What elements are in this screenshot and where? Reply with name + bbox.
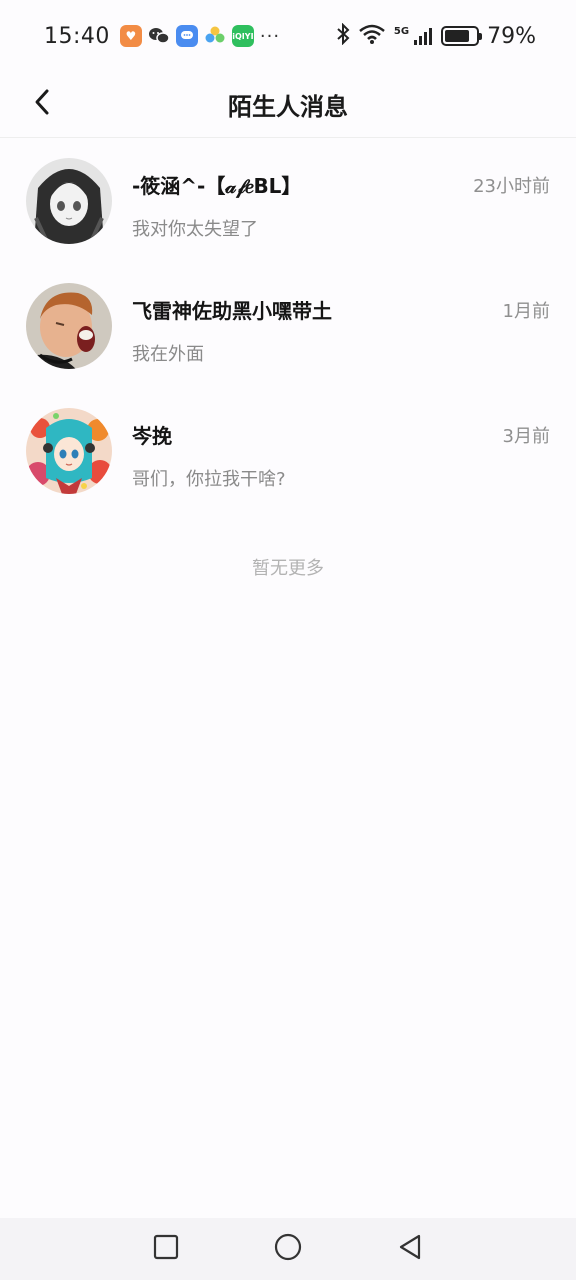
system-status: 5G 79% <box>336 22 536 49</box>
message-time: 1月前 <box>502 300 550 322</box>
recents-button[interactable] <box>144 1227 188 1271</box>
wechat-icon <box>148 25 170 47</box>
wifi-icon <box>358 23 386 49</box>
battery-level <box>445 30 469 42</box>
message-preview: 哥们，你拉我干啥? <box>132 469 286 490</box>
sender-name: 岑挽 <box>132 424 172 448</box>
message-time: 23小时前 <box>473 175 550 197</box>
iqiyi-app-icon: iQIYI <box>231 25 254 47</box>
bluetooth-icon <box>336 22 350 49</box>
message-content: -筱涵^-【𝒶𝒻𝑒BL】 23小时前 我对你太失望了 <box>132 158 550 241</box>
system-navigation-bar <box>0 1218 576 1280</box>
message-app-icon <box>175 25 198 47</box>
sender-name: 飞雷神佐助黑小嘿带土 <box>132 299 332 323</box>
message-header: 飞雷神佐助黑小嘿带土 1月前 <box>132 295 550 324</box>
battery-icon <box>441 26 483 46</box>
message-item[interactable]: 飞雷神佐助黑小嘿带土 1月前 我在外面 <box>0 263 576 388</box>
message-list: -筱涵^-【𝒶𝒻𝑒BL】 23小时前 我对你太失望了 飞雷神佐助黑小嘿带土 1月 <box>0 138 576 513</box>
chevron-left-icon <box>32 88 52 120</box>
status-time: 15:40 <box>44 23 110 49</box>
message-preview: 我对你太失望了 <box>132 219 258 240</box>
avatar[interactable] <box>26 283 112 369</box>
system-back-button[interactable] <box>388 1227 432 1271</box>
message-time: 3月前 <box>502 425 550 447</box>
sender-name: -筱涵^-【𝒶𝒻𝑒BL】 <box>132 174 302 198</box>
message-item[interactable]: 岑挽 3月前 哥们，你拉我干啥? <box>0 388 576 513</box>
message-preview: 我在外面 <box>132 344 204 365</box>
no-more-label: 暂无更多 <box>252 558 324 579</box>
notification-icons: ♥ iQIYI <box>119 25 254 47</box>
status-bar: 15:40 ♥ iQIYI ··· 5G 79% <box>0 0 576 72</box>
top-bar: 陌生人消息 <box>0 72 576 138</box>
battery-percentage: 79% <box>487 23 536 49</box>
message-header: 岑挽 3月前 <box>132 420 550 449</box>
page-title: 陌生人消息 <box>228 93 348 121</box>
heart-app-icon: ♥ <box>119 25 142 47</box>
message-header: -筱涵^-【𝒶𝒻𝑒BL】 23小时前 <box>132 170 550 199</box>
message-content: 岑挽 3月前 哥们，你拉我干啥? <box>132 408 550 491</box>
home-button[interactable] <box>266 1227 310 1271</box>
message-item[interactable]: -筱涵^-【𝒶𝒻𝑒BL】 23小时前 我对你太失望了 <box>0 138 576 263</box>
network-type-label: 5G <box>393 26 410 37</box>
photos-app-icon <box>204 25 226 47</box>
avatar[interactable] <box>26 408 112 494</box>
avatar[interactable] <box>26 158 112 244</box>
back-button[interactable] <box>22 84 62 124</box>
more-notifications-icon: ··· <box>259 25 281 47</box>
triangle-back-icon <box>397 1233 423 1265</box>
message-content: 飞雷神佐助黑小嘿带土 1月前 我在外面 <box>132 283 550 366</box>
cellular-signal-icon: 5G <box>394 26 433 46</box>
circle-icon <box>274 1233 302 1265</box>
square-icon <box>153 1234 179 1264</box>
